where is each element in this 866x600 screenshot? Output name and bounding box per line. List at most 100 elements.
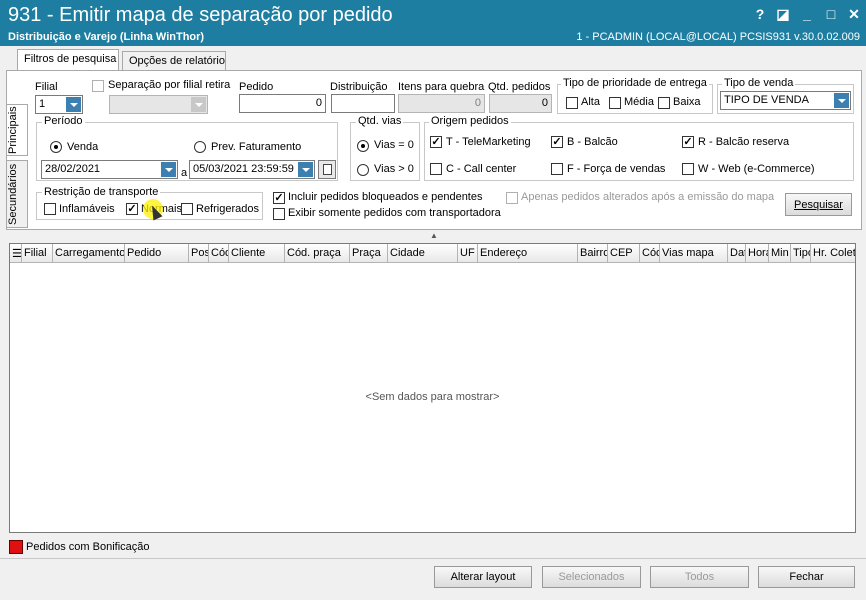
origem-f-checkbox[interactable]	[551, 163, 563, 175]
filial-label: Filial	[35, 81, 58, 93]
chevron-down-icon[interactable]	[66, 97, 81, 112]
fechar-button[interactable]: Fechar	[758, 566, 855, 588]
origem-w-checkbox[interactable]	[682, 163, 694, 175]
tipo-venda-select[interactable]: TIPO DE VENDA	[720, 91, 851, 110]
col-cod-2[interactable]: Cód	[640, 244, 660, 263]
window-subtitle: Distribuição e Varejo (Linha WinThor)	[8, 31, 205, 43]
origem-b-checkbox[interactable]: ✓	[551, 136, 563, 148]
distribuicao-field[interactable]	[331, 94, 395, 113]
qtd-pedidos-label: Qtd. pedidos	[488, 81, 551, 93]
col-tipo[interactable]: Tipo	[791, 244, 811, 263]
calendar-icon[interactable]	[318, 160, 336, 179]
todos-button[interactable]: Todos	[650, 566, 749, 588]
inflamaveis-label: Inflamáveis	[59, 203, 115, 215]
vias-0-radio[interactable]	[357, 140, 369, 152]
col-cod[interactable]: Cód	[209, 244, 229, 263]
periodo-label: Período	[42, 115, 85, 127]
bonificacao-label: Pedidos com Bonificação	[26, 541, 150, 553]
data-inicio-field[interactable]: 28/02/2021	[41, 160, 178, 179]
filial-select[interactable]: 1	[35, 95, 83, 114]
qtd-pedidos-field: 0	[489, 94, 552, 113]
col-pedido[interactable]: Pedido	[125, 244, 189, 263]
pedido-label: Pedido	[239, 81, 274, 93]
inflamaveis-checkbox[interactable]	[44, 203, 56, 215]
col-cidade[interactable]: Cidade	[388, 244, 458, 263]
tipo-venda-value: TIPO DE VENDA	[724, 94, 809, 106]
data-fim-field[interactable]: 05/03/2021 23:59:59	[189, 160, 315, 179]
col-hora[interactable]: Hora	[746, 244, 769, 263]
tab-opcoes[interactable]: Opções de relatório	[122, 51, 226, 70]
chevron-down-icon[interactable]	[834, 93, 849, 108]
grid-empty-text: <Sem dados para mostrar>	[365, 391, 500, 403]
incluir-bloqueados-checkbox[interactable]: ✓	[273, 192, 285, 204]
close-button[interactable]: ✕	[844, 4, 864, 24]
help-button[interactable]: ?	[750, 4, 770, 24]
exibir-transportadora-checkbox[interactable]	[273, 208, 285, 220]
normais-checkbox[interactable]: ✓	[126, 203, 138, 215]
venda-radio[interactable]	[50, 141, 62, 153]
alta-checkbox[interactable]	[566, 97, 578, 109]
tab-filtros[interactable]: Filtros de pesquisa	[17, 49, 119, 71]
baixa-label: Baixa	[673, 96, 701, 108]
media-checkbox[interactable]	[609, 97, 621, 109]
selecionados-button[interactable]: Selecionados	[542, 566, 641, 588]
footer-divider	[0, 558, 866, 559]
grid-options-icon[interactable]: ☰	[10, 244, 22, 263]
refrigerados-checkbox[interactable]	[181, 203, 193, 215]
col-bairro[interactable]: Bairro	[578, 244, 608, 263]
col-filial[interactable]: Filial	[22, 244, 53, 263]
origem-f-label: F - Força de vendas	[567, 163, 666, 175]
separacao-select[interactable]	[109, 95, 208, 114]
pedido-field[interactable]: 0	[239, 94, 326, 113]
separacao-checkbox[interactable]	[92, 80, 104, 92]
col-posicao[interactable]: Posição	[189, 244, 209, 263]
col-min[interactable]: Min	[769, 244, 791, 263]
alta-label: Alta	[581, 96, 600, 108]
user-info: 1 - PCADMIN (LOCAL@LOCAL) PCSIS931 v.30.…	[576, 31, 860, 43]
origem-c-checkbox[interactable]	[430, 163, 442, 175]
vias-gt0-radio[interactable]	[357, 164, 369, 176]
col-cep[interactable]: CEP	[608, 244, 640, 263]
chevron-down-icon[interactable]	[161, 162, 176, 177]
col-praca[interactable]: Praça	[350, 244, 388, 263]
col-data[interactable]: Data	[728, 244, 746, 263]
origem-w-label: W - Web (e-Commerce)	[698, 163, 815, 175]
side-tab-secundarios[interactable]: Secundários	[6, 160, 28, 228]
origem-c-label: C - Call center	[446, 163, 517, 175]
col-cliente[interactable]: Cliente	[229, 244, 285, 263]
minimize-button[interactable]: _	[797, 4, 817, 24]
vias-0-label: Vias = 0	[374, 139, 414, 151]
origem-t-checkbox[interactable]: ✓	[430, 136, 442, 148]
origem-label: Origem pedidos	[429, 115, 511, 127]
origem-r-label: R - Balcão reserva	[698, 136, 790, 148]
data-inicio-value: 28/02/2021	[45, 163, 101, 175]
prev-faturamento-radio[interactable]	[194, 141, 206, 153]
results-grid: ☰ Filial Carregamento Pedido Posição Cód…	[9, 243, 856, 533]
chevron-down-icon[interactable]	[191, 97, 206, 112]
origem-r-checkbox[interactable]: ✓	[682, 136, 694, 148]
grid-header: ☰ Filial Carregamento Pedido Posição Cód…	[10, 244, 855, 263]
alterar-layout-button[interactable]: Alterar layout	[434, 566, 532, 588]
col-vias-mapa[interactable]: Vias mapa	[660, 244, 728, 263]
distribuicao-label: Distribuição	[330, 81, 388, 93]
col-cod-praca[interactable]: Cód. praça	[285, 244, 350, 263]
maximize-button[interactable]: □	[821, 4, 841, 24]
side-tab-principais[interactable]: Principais	[6, 104, 28, 156]
refrigerados-label: Refrigerados	[196, 203, 259, 215]
qtd-vias-label: Qtd. vias	[356, 115, 404, 127]
apenas-alterados-checkbox[interactable]	[506, 192, 518, 204]
itens-quebra-field[interactable]: 0	[398, 94, 485, 113]
prioridade-label: Tipo de prioridade de entrega	[561, 77, 709, 89]
restore-icon[interactable]: ◪	[773, 4, 793, 24]
pesquisar-button[interactable]: Pesquisar	[785, 193, 852, 216]
baixa-checkbox[interactable]	[658, 97, 670, 109]
itens-quebra-label: Itens para quebra	[398, 81, 485, 93]
separacao-label: Separação por filial retira	[108, 79, 231, 91]
col-carregamento[interactable]: Carregamento	[53, 244, 125, 263]
col-endereco[interactable]: Endereço	[478, 244, 578, 263]
col-uf[interactable]: UF	[458, 244, 478, 263]
chevron-down-icon[interactable]	[298, 162, 313, 177]
media-label: Média	[624, 96, 654, 108]
col-hr-coleta[interactable]: Hr. Coleta	[811, 244, 855, 263]
splitter-chevron-icon[interactable]: ▲	[430, 232, 438, 240]
